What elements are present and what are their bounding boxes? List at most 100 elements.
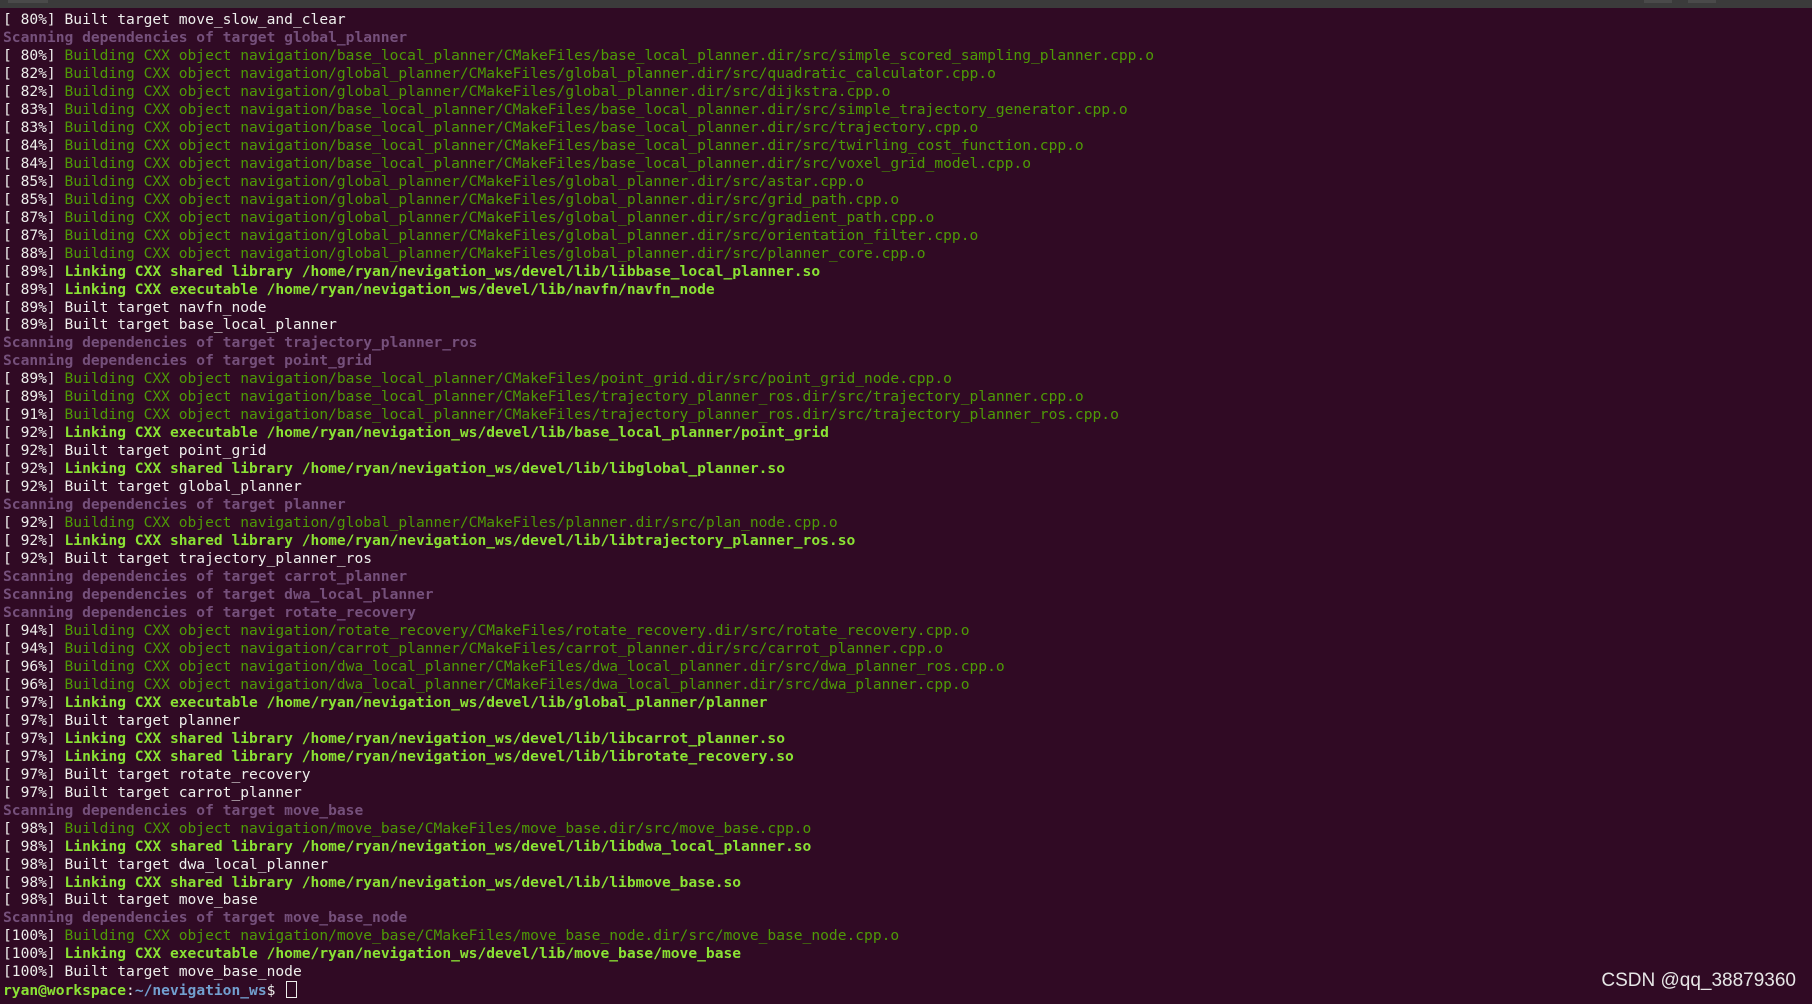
line-text-compile: Building CXX object navigation/base_loca… (64, 370, 952, 388)
terminal-line: [ 97%] Linking CXX shared library /home/… (3, 748, 1803, 766)
line-text-built: Built target dwa_local_planner (64, 855, 329, 873)
terminal-line: Scanning dependencies of target carrot_p… (3, 568, 1803, 586)
progress-percent: [ 89%] (3, 370, 56, 388)
progress-percent: [100%] (3, 927, 56, 945)
line-text-built: Built target base_local_planner (64, 316, 337, 334)
terminal-line: Scanning dependencies of target planner (3, 496, 1803, 514)
terminal-line: [ 87%] Building CXX object navigation/gl… (3, 227, 1803, 245)
line-text-compile: Building CXX object navigation/base_loca… (64, 388, 1084, 406)
line-text-scan: Scanning dependencies of target rotate_r… (3, 603, 416, 621)
line-text-compile: Building CXX object navigation/move_base… (64, 927, 900, 945)
line-text-link: Linking CXX shared library /home/ryan/ne… (64, 837, 812, 855)
line-text-compile: Building CXX object navigation/global_pl… (64, 82, 891, 100)
line-text-built: Built target navfn_node (64, 298, 267, 316)
progress-percent: [ 80%] (3, 46, 56, 64)
terminal-line: [ 80%] Built target move_slow_and_clear (3, 11, 1803, 29)
terminal-line: [ 85%] Building CXX object navigation/gl… (3, 173, 1803, 191)
terminal-line: Scanning dependencies of target move_bas… (3, 802, 1803, 820)
progress-percent: [ 91%] (3, 406, 56, 424)
terminal-line: Scanning dependencies of target dwa_loca… (3, 586, 1803, 604)
progress-percent: [ 97%] (3, 747, 56, 765)
terminal-line: [ 98%] Built target move_base (3, 891, 1803, 909)
progress-percent: [ 89%] (3, 298, 56, 316)
terminal-line: Scanning dependencies of target move_bas… (3, 909, 1803, 927)
terminal-line: [ 92%] Linking CXX executable /home/ryan… (3, 424, 1803, 442)
watermark: CSDN @qq_38879360 (1601, 970, 1796, 991)
progress-percent: [ 97%] (3, 765, 56, 783)
terminal-line: [ 98%] Built target dwa_local_planner (3, 856, 1803, 874)
progress-percent: [ 82%] (3, 64, 56, 82)
line-text-built: Built target point_grid (64, 442, 267, 460)
line-text-link: Linking CXX executable /home/ryan/neviga… (64, 280, 715, 298)
prompt-user-host: ryan@workspace (3, 982, 127, 1000)
progress-percent: [ 94%] (3, 639, 56, 657)
terminal-line: [ 92%] Built target global_planner (3, 478, 1803, 496)
progress-percent: [ 89%] (3, 316, 56, 334)
terminal-line: [ 97%] Built target carrot_planner (3, 784, 1803, 802)
terminal-line: Scanning dependencies of target point_gr… (3, 352, 1803, 370)
line-text-link: Linking CXX executable /home/ryan/neviga… (64, 424, 829, 442)
progress-percent: [ 97%] (3, 783, 56, 801)
terminal-line: [ 98%] Linking CXX shared library /home/… (3, 874, 1803, 892)
terminal-line: [ 85%] Building CXX object navigation/gl… (3, 191, 1803, 209)
line-text-built: Built target global_planner (64, 478, 302, 496)
progress-percent: [ 85%] (3, 172, 56, 190)
prompt-path: ~/nevigation_ws (134, 982, 267, 1000)
terminal-line: [ 92%] Built target point_grid (3, 442, 1803, 460)
progress-percent: [ 82%] (3, 82, 56, 100)
line-text-link: Linking CXX executable /home/ryan/neviga… (64, 693, 768, 711)
progress-percent: [ 92%] (3, 460, 56, 478)
terminal-line: Scanning dependencies of target trajecto… (3, 334, 1803, 352)
progress-percent: [ 83%] (3, 100, 56, 118)
terminal-line: [ 91%] Building CXX object navigation/ba… (3, 406, 1803, 424)
terminal-line: [ 89%] Built target base_local_planner (3, 316, 1803, 334)
line-text-link: Linking CXX shared library /home/ryan/ne… (64, 460, 785, 478)
progress-percent: [ 98%] (3, 819, 56, 837)
progress-percent: [ 89%] (3, 262, 56, 280)
line-text-compile: Building CXX object navigation/move_base… (64, 819, 812, 837)
line-text-scan: Scanning dependencies of target global_p… (3, 28, 408, 46)
line-text-compile: Building CXX object navigation/carrot_pl… (64, 639, 944, 657)
line-text-scan: Scanning dependencies of target move_bas… (3, 801, 364, 819)
terminal-line: [ 97%] Linking CXX shared library /home/… (3, 730, 1803, 748)
progress-percent: [ 87%] (3, 208, 56, 226)
progress-percent: [ 84%] (3, 136, 56, 154)
line-text-link: Linking CXX shared library /home/ryan/ne… (64, 262, 821, 280)
line-text-built: Built target rotate_recovery (64, 765, 311, 783)
terminal-line: [100%] Building CXX object navigation/mo… (3, 927, 1803, 945)
terminal-line: [ 98%] Linking CXX shared library /home/… (3, 838, 1803, 856)
terminal-line: Scanning dependencies of target global_p… (3, 29, 1803, 47)
progress-percent: [ 96%] (3, 657, 56, 675)
line-text-scan: Scanning dependencies of target trajecto… (3, 334, 478, 352)
progress-percent: [ 98%] (3, 837, 56, 855)
terminal-line: [ 97%] Linking CXX executable /home/ryan… (3, 694, 1803, 712)
line-text-built: Built target move_slow_and_clear (64, 11, 346, 28)
line-text-link: Linking CXX shared library /home/ryan/ne… (64, 873, 742, 891)
terminal-line: [ 89%] Linking CXX executable /home/ryan… (3, 281, 1803, 299)
terminal-line: [ 84%] Building CXX object navigation/ba… (3, 155, 1803, 173)
progress-percent: [ 92%] (3, 532, 56, 550)
progress-percent: [ 92%] (3, 478, 56, 496)
line-text-compile: Building CXX object navigation/global_pl… (64, 226, 979, 244)
line-text-compile: Building CXX object navigation/rotate_re… (64, 621, 970, 639)
terminal-line: [ 89%] Building CXX object navigation/ba… (3, 388, 1803, 406)
progress-percent: [ 97%] (3, 711, 56, 729)
line-text-compile: Building CXX object navigation/global_pl… (64, 190, 900, 208)
terminal-line: [ 89%] Linking CXX shared library /home/… (3, 263, 1803, 281)
line-text-built: Built target trajectory_planner_ros (64, 550, 373, 568)
line-text-compile: Building CXX object navigation/base_loca… (64, 136, 1084, 154)
line-text-built: Built target carrot_planner (64, 783, 302, 801)
line-text-scan: Scanning dependencies of target carrot_p… (3, 568, 408, 586)
line-text-compile: Building CXX object navigation/global_pl… (64, 244, 926, 262)
progress-percent: [ 92%] (3, 424, 56, 442)
progress-percent: [ 85%] (3, 190, 56, 208)
terminal-output[interactable]: [ 80%] Built target move_slow_and_clear S… (3, 11, 1803, 999)
terminal-line: [100%] Built target move_base_node (3, 963, 1803, 981)
line-text-compile: Building CXX object navigation/dwa_local… (64, 675, 970, 693)
line-text-compile: Building CXX object navigation/dwa_local… (64, 657, 1005, 675)
line-text-compile: Building CXX object navigation/base_loca… (64, 406, 1119, 424)
terminal-line: [ 84%] Building CXX object navigation/ba… (3, 137, 1803, 155)
shell-prompt[interactable]: ryan@workspace:~/nevigation_ws$ (3, 981, 1803, 999)
line-text-built: Built target move_base (64, 891, 258, 909)
progress-percent: [ 98%] (3, 891, 56, 909)
